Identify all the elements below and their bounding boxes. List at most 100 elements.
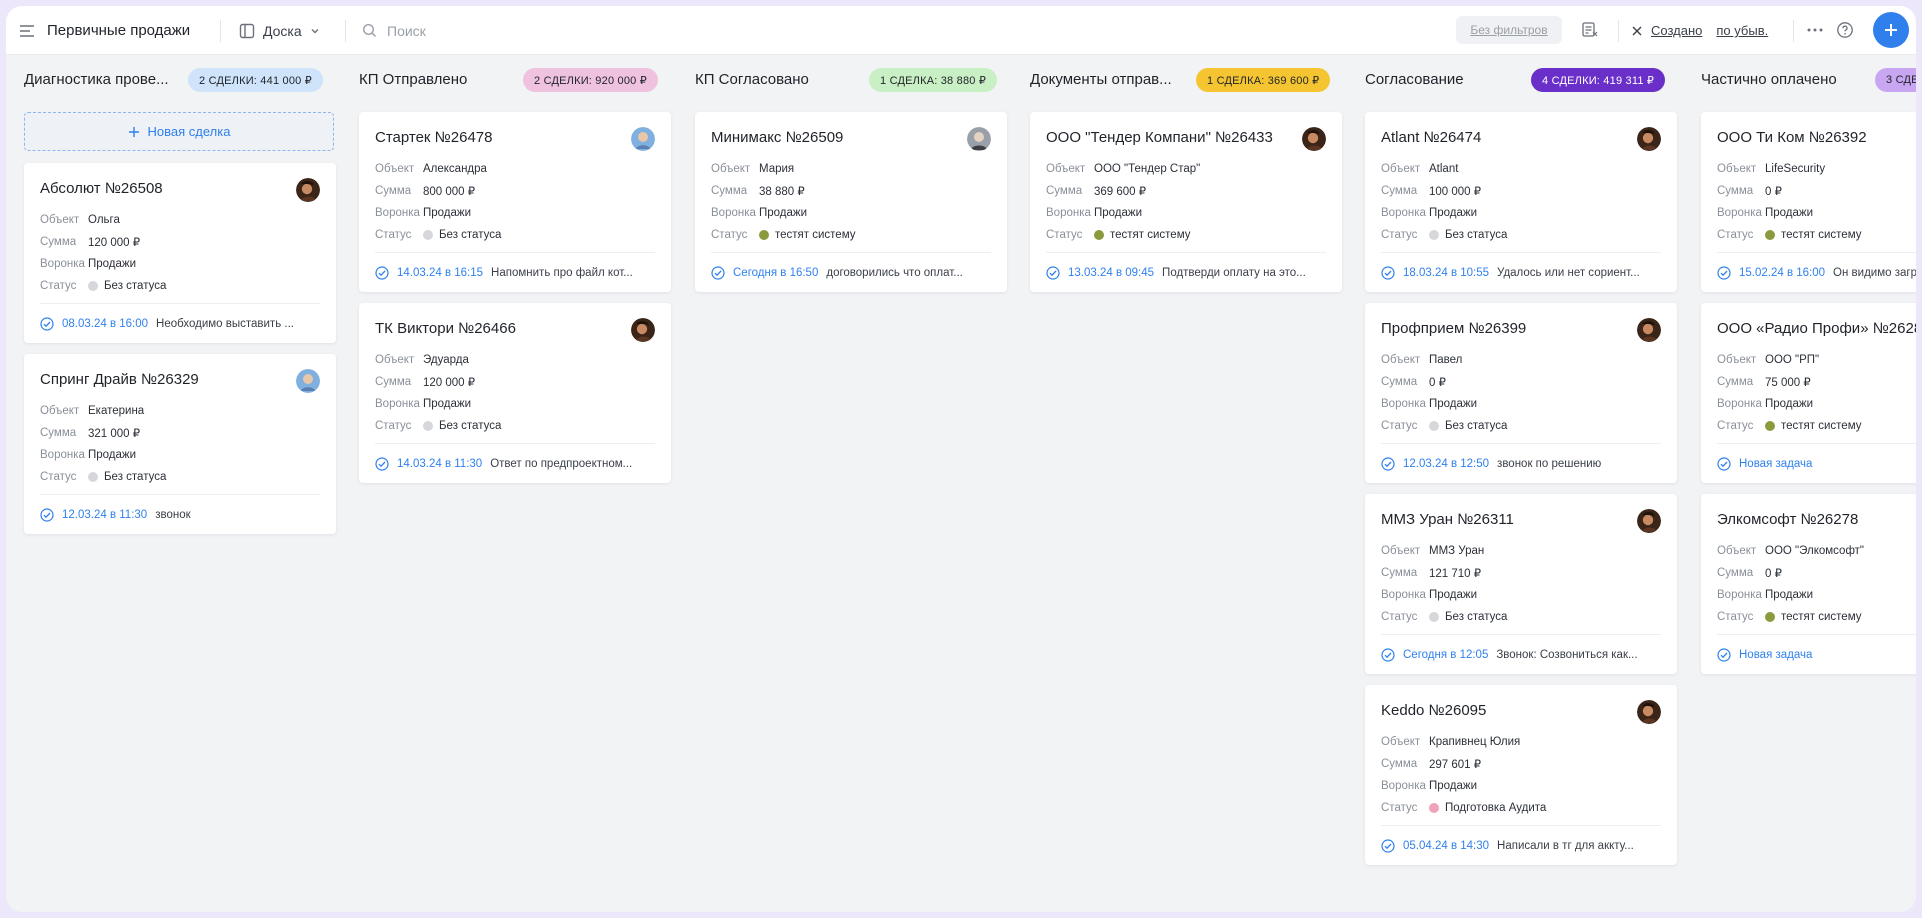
avatar[interactable] (1637, 509, 1661, 533)
avatar-icon (1637, 318, 1661, 342)
card-task[interactable]: 18.03.24 в 10:55 Удалось или нет сориент.… (1381, 264, 1661, 282)
field-row-status: Статус тестят систему (1717, 415, 1916, 437)
field-row-sum: Сумма 321 000 ₽ (40, 422, 320, 444)
status-dot (88, 472, 98, 482)
close-icon[interactable] (1631, 25, 1643, 37)
field-row-object: Объект LifeSecurity (1717, 158, 1916, 180)
new-task-link[interactable]: Новая задача (1739, 458, 1812, 470)
check-circle-icon (1717, 648, 1731, 662)
new-deal-button[interactable]: Новая сделка (24, 112, 334, 151)
field-value-text: тестят систему (1781, 611, 1862, 623)
card-task[interactable]: 05.04.24 в 14:30 Написали в тг для аккту.… (1381, 837, 1661, 855)
card-task[interactable]: 13.03.24 в 09:45 Подтверди оплату на это.… (1046, 264, 1326, 282)
column-header: КП Согласовано 1 СДЕЛКА: 38 880 ₽ (695, 65, 1007, 93)
card-task[interactable]: 08.03.24 в 16:00 Необходимо выставить ... (40, 315, 320, 333)
card-task[interactable]: 14.03.24 в 16:15 Напомнить про файл кот..… (375, 264, 655, 282)
status-dot (1429, 612, 1439, 622)
deal-card[interactable]: Стартек №26478 Объект Александра Сумма 800 0… (359, 112, 671, 292)
deal-card[interactable]: ММЗ Уран №26311 Объект ММЗ Уран Сумма 121 71… (1365, 494, 1677, 674)
avatar[interactable] (1302, 127, 1326, 151)
column-title: Частично оплачено (1701, 70, 1837, 88)
card-task[interactable]: Новая задача (1717, 455, 1916, 473)
card-task[interactable]: 12.03.24 в 11:30 звонок (40, 506, 320, 524)
avatar[interactable] (631, 127, 655, 151)
field-value-text: Без статуса (104, 471, 167, 483)
field-value-text: ММЗ Уран (1429, 545, 1485, 557)
field-value: Продажи (423, 207, 471, 219)
status-dot (759, 230, 769, 240)
field-value: Крапивнец Юлия (1429, 736, 1520, 748)
avatar[interactable] (1637, 700, 1661, 724)
card-divider (1717, 252, 1916, 253)
field-value-text: Без статуса (439, 229, 502, 241)
deal-card[interactable]: Keddo №26095 Объект Крапивнец Юлия Сумма 297… (1365, 685, 1677, 865)
field-row-status: Статус тестят систему (1717, 606, 1916, 628)
field-row-status: Статус Без статуса (40, 466, 320, 488)
task-text: звонок по решению (1497, 458, 1602, 470)
deal-card[interactable]: ТК Виктори №26466 Объект Эдуарда Сумма 120 0… (359, 303, 671, 483)
sort-order-link[interactable]: по убыв. (1716, 23, 1768, 38)
filter-settings-icon[interactable] (1578, 18, 1602, 42)
avatar[interactable] (1637, 127, 1661, 151)
card-divider (1717, 443, 1916, 444)
new-task-link[interactable]: Новая задача (1739, 649, 1812, 661)
field-row-object: Объект ООО "РП" (1717, 349, 1916, 371)
card-task[interactable]: 12.03.24 в 12:50 звонок по решению (1381, 455, 1661, 473)
deal-card[interactable]: Atlant №26474 Объект Atlant Сумма 100 000 ₽ В… (1365, 112, 1677, 292)
deal-title: Atlant №26474 (1381, 129, 1482, 146)
avatar[interactable] (631, 318, 655, 342)
card-task[interactable]: 14.03.24 в 11:30 Ответ по предпроектном..… (375, 455, 655, 473)
more-icon[interactable] (1803, 18, 1827, 42)
task-date: 15.02.24 в 16:00 (1739, 267, 1826, 279)
deal-card[interactable]: ООО "Тендер Компани" №26433 Объект ООО "Те… (1030, 112, 1342, 292)
sort-field-link[interactable]: Создано (1651, 23, 1702, 38)
card-task[interactable]: Сегодня в 16:50 договорились что оплат... (711, 264, 991, 282)
field-row-object: Объект ООО "Элкомсофт" (1717, 540, 1916, 562)
deal-title: ММЗ Уран №26311 (1381, 511, 1514, 528)
field-value-text: 0 ₽ (1765, 186, 1782, 198)
task-text: Удалось или нет сориент... (1497, 267, 1640, 279)
field-value-text: LifeSecurity (1765, 163, 1826, 175)
deal-title: Абсолют №26508 (40, 180, 163, 197)
filter-chip[interactable]: Без фильтров (1456, 16, 1562, 44)
deal-card[interactable]: Профприем №26399 Объект Павел Сумма 0 ₽ Ворон… (1365, 303, 1677, 483)
card-task[interactable]: Новая задача (1717, 646, 1916, 664)
deal-card[interactable]: Спринг Драйв №26329 Объект Екатерина Сумма 3… (24, 354, 336, 534)
column-body: Новая сделка Абсолют №26508 Объект Ольга Сум… (24, 112, 336, 545)
deal-card[interactable]: Элкомсофт №26278 Объект ООО "Элкомсофт" Сум… (1701, 494, 1916, 674)
card-divider (1381, 252, 1661, 253)
deal-title: Профприем №26399 (1381, 320, 1527, 337)
deal-card[interactable]: ООО «Радио Профи» №26288 Объект ООО "РП" Су… (1701, 303, 1916, 483)
deal-card[interactable]: Минимакс №26509 Объект Мария Сумма 38 880 ₽ В… (695, 112, 1007, 292)
card-task[interactable]: 15.02.24 в 16:00 Он видимо загр (1717, 264, 1916, 282)
column-body: Стартек №26478 Объект Александра Сумма 800 0… (359, 112, 671, 494)
field-row-status: Статус Без статуса (375, 224, 655, 246)
add-deal-button[interactable] (1873, 12, 1909, 48)
field-value-text: 121 710 ₽ (1429, 568, 1482, 580)
field-label: Статус (1717, 229, 1754, 241)
column-header: Документы отправ... 1 СДЕЛКА: 369 600 ₽ (1030, 65, 1342, 93)
field-value: Александра (423, 163, 487, 175)
view-switch-button[interactable]: Доска (239, 6, 320, 55)
avatar[interactable] (296, 178, 320, 202)
avatar[interactable] (1637, 318, 1661, 342)
field-value: 0 ₽ (1429, 375, 1446, 389)
field-value: тестят систему (1765, 611, 1861, 623)
field-value-text: Эдуарда (423, 354, 469, 366)
field-label: Объект (1717, 163, 1757, 175)
deal-card[interactable]: Абсолют №26508 Объект Ольга Сумма 120 000 ₽ В… (24, 163, 336, 343)
avatar[interactable] (296, 369, 320, 393)
help-icon[interactable] (1833, 18, 1857, 42)
field-value-text: Мария (759, 163, 795, 175)
field-value: Подготовка Аудита (1429, 802, 1546, 814)
field-value: тестят систему (1765, 420, 1861, 432)
avatar[interactable] (967, 127, 991, 151)
search-input[interactable]: Поиск (362, 6, 426, 55)
field-value-text: 75 000 ₽ (1765, 377, 1811, 389)
field-row-status: Статус Без статуса (1381, 224, 1661, 246)
card-task[interactable]: Сегодня в 12:05 Звонок: Созвониться как..… (1381, 646, 1661, 664)
deal-card[interactable]: ООО Ти Ком №26392 Объект LifeSecurity Сумма… (1701, 112, 1916, 292)
task-text: Подтверди оплату на это... (1162, 267, 1306, 279)
field-value-text: Без статуса (1445, 420, 1508, 432)
menu-icon[interactable] (16, 6, 38, 55)
